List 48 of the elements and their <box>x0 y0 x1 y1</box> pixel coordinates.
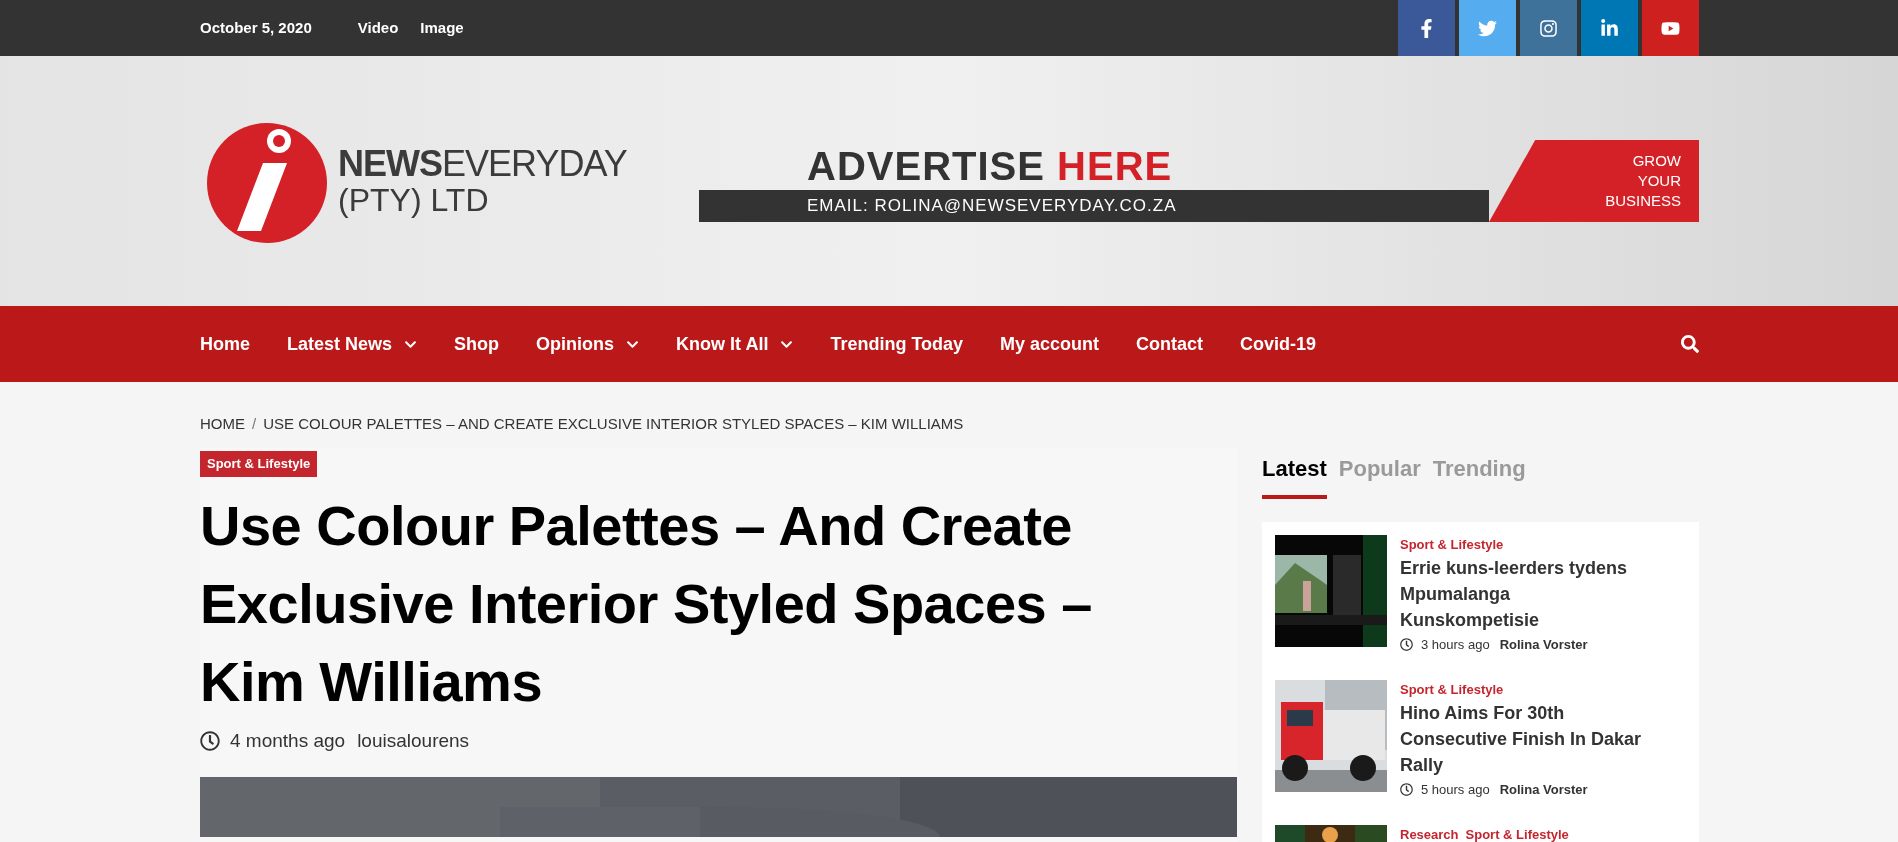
breadcrumb-separator: / <box>252 413 257 434</box>
nav-item[interactable]: Trending Today <box>830 330 964 358</box>
nav-item[interactable]: Shop <box>454 330 500 358</box>
clock-icon <box>1400 782 1413 796</box>
top-link[interactable]: Image <box>420 16 464 40</box>
logo-subtitle: (PTY) LTD <box>338 184 490 216</box>
nav-item[interactable]: Latest News <box>287 330 418 358</box>
article-title: Use Colour Palettes – And Create Exclusive Interior Styled Spaces – Kim Williams <box>200 492 1093 715</box>
author-link[interactable]: Rolina Vorster <box>1499 779 1588 799</box>
author-link[interactable]: Rolina Vorster <box>1499 634 1588 654</box>
article-time: 4 months ago <box>230 728 346 753</box>
facebook-link[interactable] <box>1398 0 1455 56</box>
category-link[interactable]: Sport & Lifestyle <box>1465 825 1569 842</box>
category-link[interactable]: Research <box>1400 825 1459 842</box>
sidebar-tab[interactable]: Latest <box>1262 452 1327 499</box>
post-title[interactable]: Errie kuns-leerders tydens Mpumalanga Kunskompetisie <box>1400 554 1686 633</box>
nav-item[interactable]: Contact <box>1136 330 1204 358</box>
nav-item[interactable]: Home <box>200 330 250 358</box>
nav-item[interactable]: Know It All <box>676 330 794 358</box>
breadcrumb-link[interactable]: HOME <box>200 412 245 436</box>
nav-item[interactable]: My account <box>1000 330 1100 358</box>
post-title[interactable]: Hino Aims For 30th Consecutive Finish In Dakar Rally <box>1400 699 1686 778</box>
linkedin-link[interactable] <box>1581 0 1638 56</box>
linkedin-icon <box>1600 18 1619 38</box>
category-link[interactable]: Sport & Lifestyle <box>1400 680 1504 700</box>
youtube-link[interactable] <box>1642 0 1699 56</box>
post-time: 3 hours ago <box>1421 635 1490 654</box>
clock-icon <box>1400 637 1413 651</box>
logo-text: NEWSEVERYDAY <box>338 146 627 182</box>
ad-tagline: GROW <box>1632 151 1681 171</box>
nav-item[interactable]: Covid-19 <box>1240 330 1317 358</box>
twitter-icon <box>1478 18 1497 38</box>
ad-email: EMAIL: ROLINA@NEWSEVERYDAY.CO.ZA <box>807 195 1177 218</box>
ad-tagline: BUSINESS <box>1605 191 1681 211</box>
ad-tagline: YOUR <box>1637 171 1681 191</box>
breadcrumb-link[interactable]: USE COLOUR PALETTES – AND CREATE EXCLUSIVE INTERIOR STYLED SPACES – KIM WILLIAMS <box>263 412 964 436</box>
post-time: 5 hours ago <box>1421 780 1490 799</box>
ad-headline: ADVERTISE HERE <box>807 146 1173 186</box>
nav-item[interactable]: Opinions <box>536 330 640 358</box>
author-link[interactable]: louisalourens <box>357 726 470 755</box>
category-link[interactable]: Sport & Lifestyle <box>1400 535 1504 555</box>
top-link[interactable]: Video <box>357 16 399 40</box>
instagram-icon <box>1539 18 1558 38</box>
clock-icon <box>200 730 220 751</box>
instagram-link[interactable] <box>1520 0 1577 56</box>
date: October 5, 2020 <box>200 17 312 38</box>
category-tag[interactable]: Sport & Lifestyle <box>200 451 318 477</box>
search-icon[interactable] <box>1681 335 1699 353</box>
